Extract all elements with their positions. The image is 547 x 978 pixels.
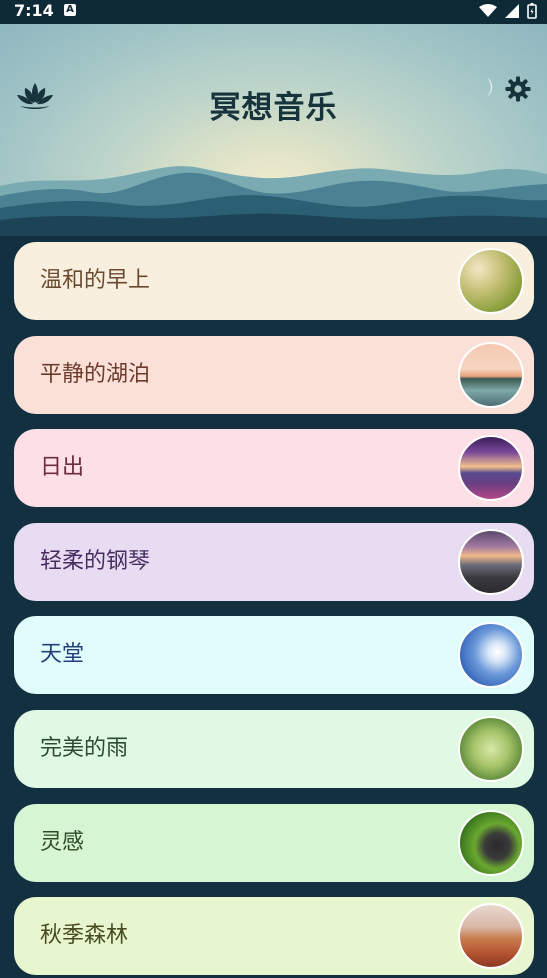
track-card[interactable]: 灵感 [14,803,534,882]
track-title: 完美的雨 [40,736,129,761]
track-thumbnail [458,716,524,782]
track-thumbnail [458,528,524,595]
signal-icon [505,4,519,18]
battery-icon [527,3,537,19]
notification-icon: A [64,4,76,16]
track-card[interactable]: 温和的早上 [14,242,534,320]
track-title: 天堂 [40,642,85,668]
track-title: 轻柔的钢琴 [40,548,151,574]
track-thumbnail [458,903,524,970]
track-title: 灵感 [40,829,85,855]
track-card[interactable]: 日出 [14,429,534,508]
track-thumbnail [458,809,524,876]
track-card[interactable]: 秋季森林 [14,897,534,976]
track-title: 平静的湖泊 [40,361,151,387]
app-title: 冥想音乐 [209,90,338,126]
track-card[interactable]: 天堂 [14,616,534,695]
track-title: 秋季森林 [40,923,129,949]
track-thumbnail [458,248,524,314]
track-thumbnail [458,622,524,689]
track-card[interactable]: 完美的雨 [14,710,534,788]
track-card[interactable]: 轻柔的钢琴 [14,522,534,601]
header-banner: 冥想音乐 [0,24,547,236]
track-title: 温和的早上 [40,268,151,293]
track-thumbnail [458,341,524,408]
track-title: 日出 [40,455,85,481]
status-bar: 7:14 A [0,0,547,24]
status-icons [479,3,537,19]
mountains-illustration [0,166,547,236]
track-card[interactable]: 平静的湖泊 [14,335,534,414]
status-time: 7:14 [14,1,54,20]
wifi-icon [479,4,497,17]
track-thumbnail [458,435,524,502]
